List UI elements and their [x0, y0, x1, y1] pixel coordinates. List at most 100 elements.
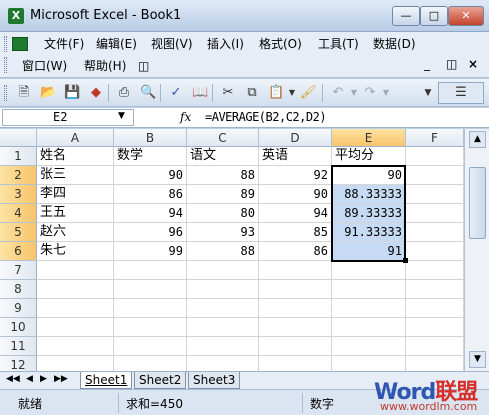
cell-a5[interactable]: 赵六	[37, 223, 114, 242]
align-icon[interactable]: ☰	[453, 85, 469, 101]
assistant-icon[interactable]: ◫	[138, 58, 149, 74]
print-icon[interactable]: ⎙	[116, 85, 132, 101]
toolbar-grip[interactable]	[4, 85, 7, 101]
cell-a1[interactable]: 姓名	[37, 147, 114, 166]
redo-icon[interactable]: ↷	[362, 85, 378, 101]
cell-d3[interactable]: 90	[259, 185, 332, 204]
menu-view[interactable]: 视图(V)	[151, 36, 193, 52]
row-header-5[interactable]: 5	[0, 223, 37, 242]
open-icon[interactable]: 📂	[40, 85, 56, 101]
doc-minimize-button[interactable]: _	[424, 57, 430, 71]
next-sheet-icon[interactable]: ▶	[40, 374, 47, 384]
cell-c3[interactable]: 89	[187, 185, 259, 204]
cell-f10[interactable]	[406, 318, 464, 337]
cell-a12[interactable]	[37, 356, 114, 371]
insert-function-icon[interactable]: fx	[180, 110, 191, 124]
cell-d10[interactable]	[259, 318, 332, 337]
cell-f5[interactable]	[406, 223, 464, 242]
cell-a3[interactable]: 李四	[37, 185, 114, 204]
new-doc-icon[interactable]: 🗎	[16, 85, 32, 101]
cell-d6[interactable]: 86	[259, 242, 332, 261]
row-header-1[interactable]: 1	[0, 147, 37, 166]
close-button[interactable]: ✕	[448, 6, 484, 26]
cell-d5[interactable]: 85	[259, 223, 332, 242]
scroll-up-icon[interactable]: ▲	[469, 131, 486, 148]
cell-f6[interactable]	[406, 242, 464, 261]
vertical-scrollbar[interactable]: ▲ ▼	[464, 129, 489, 371]
cell-c8[interactable]	[187, 280, 259, 299]
menu-format[interactable]: 格式(O)	[259, 36, 302, 52]
row-header-11[interactable]: 11	[0, 337, 37, 356]
fill-handle[interactable]	[403, 258, 408, 263]
cell-a2[interactable]: 张三	[37, 166, 114, 185]
cell-a8[interactable]	[37, 280, 114, 299]
permission-icon[interactable]: ◆	[88, 85, 104, 101]
row-header-2[interactable]: 2	[0, 166, 37, 185]
copy-icon[interactable]: ⧉	[244, 85, 260, 101]
cell-d1[interactable]: 英语	[259, 147, 332, 166]
sheet-tab-sheet3[interactable]: Sheet3	[188, 372, 241, 389]
menu-help[interactable]: 帮助(H)	[84, 58, 126, 74]
row-header-7[interactable]: 7	[0, 261, 37, 280]
undo-icon[interactable]: ↶	[330, 85, 346, 101]
sheet-tab-sheet1[interactable]: Sheet1	[80, 372, 133, 389]
redo-dropdown-icon[interactable]: ▼	[378, 85, 394, 101]
row-header-12[interactable]: 12	[0, 356, 37, 371]
cell-a6[interactable]: 朱七	[37, 242, 114, 261]
excel-app-icon[interactable]: X	[8, 8, 24, 24]
research-icon[interactable]: 📖	[192, 85, 208, 101]
undo-dropdown-icon[interactable]: ▼	[346, 85, 362, 101]
cell-b2[interactable]: 90	[114, 166, 187, 185]
column-header-c[interactable]: C	[187, 129, 259, 147]
cell-d4[interactable]: 94	[259, 204, 332, 223]
cell-e12[interactable]	[332, 356, 406, 371]
formatting-toolbar-stub[interactable]: ☰	[438, 82, 484, 104]
menu-insert[interactable]: 插入(I)	[207, 36, 244, 52]
cell-a10[interactable]	[37, 318, 114, 337]
cut-icon[interactable]: ✂	[220, 85, 236, 101]
cell-c10[interactable]	[187, 318, 259, 337]
column-header-d[interactable]: D	[259, 129, 332, 147]
menu-grip[interactable]	[4, 36, 7, 52]
cell-b7[interactable]	[114, 261, 187, 280]
menu-grip-2[interactable]	[4, 57, 7, 73]
cell-a9[interactable]	[37, 299, 114, 318]
cell-b6[interactable]: 99	[114, 242, 187, 261]
row-header-9[interactable]: 9	[0, 299, 37, 318]
cell-f8[interactable]	[406, 280, 464, 299]
cell-f12[interactable]	[406, 356, 464, 371]
save-icon[interactable]: 💾	[64, 85, 80, 101]
cell-b9[interactable]	[114, 299, 187, 318]
cell-e9[interactable]	[332, 299, 406, 318]
cell-a7[interactable]	[37, 261, 114, 280]
column-header-b[interactable]: B	[114, 129, 187, 147]
first-sheet-icon[interactable]: ◀◀	[6, 374, 20, 384]
menu-edit[interactable]: 编辑(E)	[96, 36, 137, 52]
doc-restore-button[interactable]: ◫	[446, 57, 457, 71]
cell-b10[interactable]	[114, 318, 187, 337]
spreadsheet-grid[interactable]: A B C D E F 1 姓名 数学 语文 英语 平均分 2 张三 90 88 92 90 3 李四 86 89 90 88…	[0, 129, 489, 371]
paste-icon[interactable]: 📋	[268, 85, 284, 101]
column-header-f[interactable]: F	[406, 129, 464, 147]
cell-c4[interactable]: 80	[187, 204, 259, 223]
row-header-3[interactable]: 3	[0, 185, 37, 204]
cell-e6[interactable]: 91	[332, 242, 406, 261]
format-painter-icon[interactable]: 🖌	[300, 85, 317, 101]
cell-d11[interactable]	[259, 337, 332, 356]
cell-c7[interactable]	[187, 261, 259, 280]
cell-e5[interactable]: 91.33333	[332, 223, 406, 242]
column-header-e[interactable]: E	[332, 129, 406, 147]
column-header-a[interactable]: A	[37, 129, 114, 147]
cell-f11[interactable]	[406, 337, 464, 356]
print-preview-icon[interactable]: 🔍	[140, 85, 156, 101]
cell-a4[interactable]: 王五	[37, 204, 114, 223]
minimize-button[interactable]: —	[392, 6, 420, 26]
cell-d8[interactable]	[259, 280, 332, 299]
menu-file[interactable]: 文件(F)	[44, 36, 84, 52]
name-box[interactable]: E2	[2, 109, 134, 126]
cell-c9[interactable]	[187, 299, 259, 318]
menu-window[interactable]: 窗口(W)	[22, 58, 67, 74]
cell-c6[interactable]: 88	[187, 242, 259, 261]
cell-e1[interactable]: 平均分	[332, 147, 406, 166]
cell-d2[interactable]: 92	[259, 166, 332, 185]
